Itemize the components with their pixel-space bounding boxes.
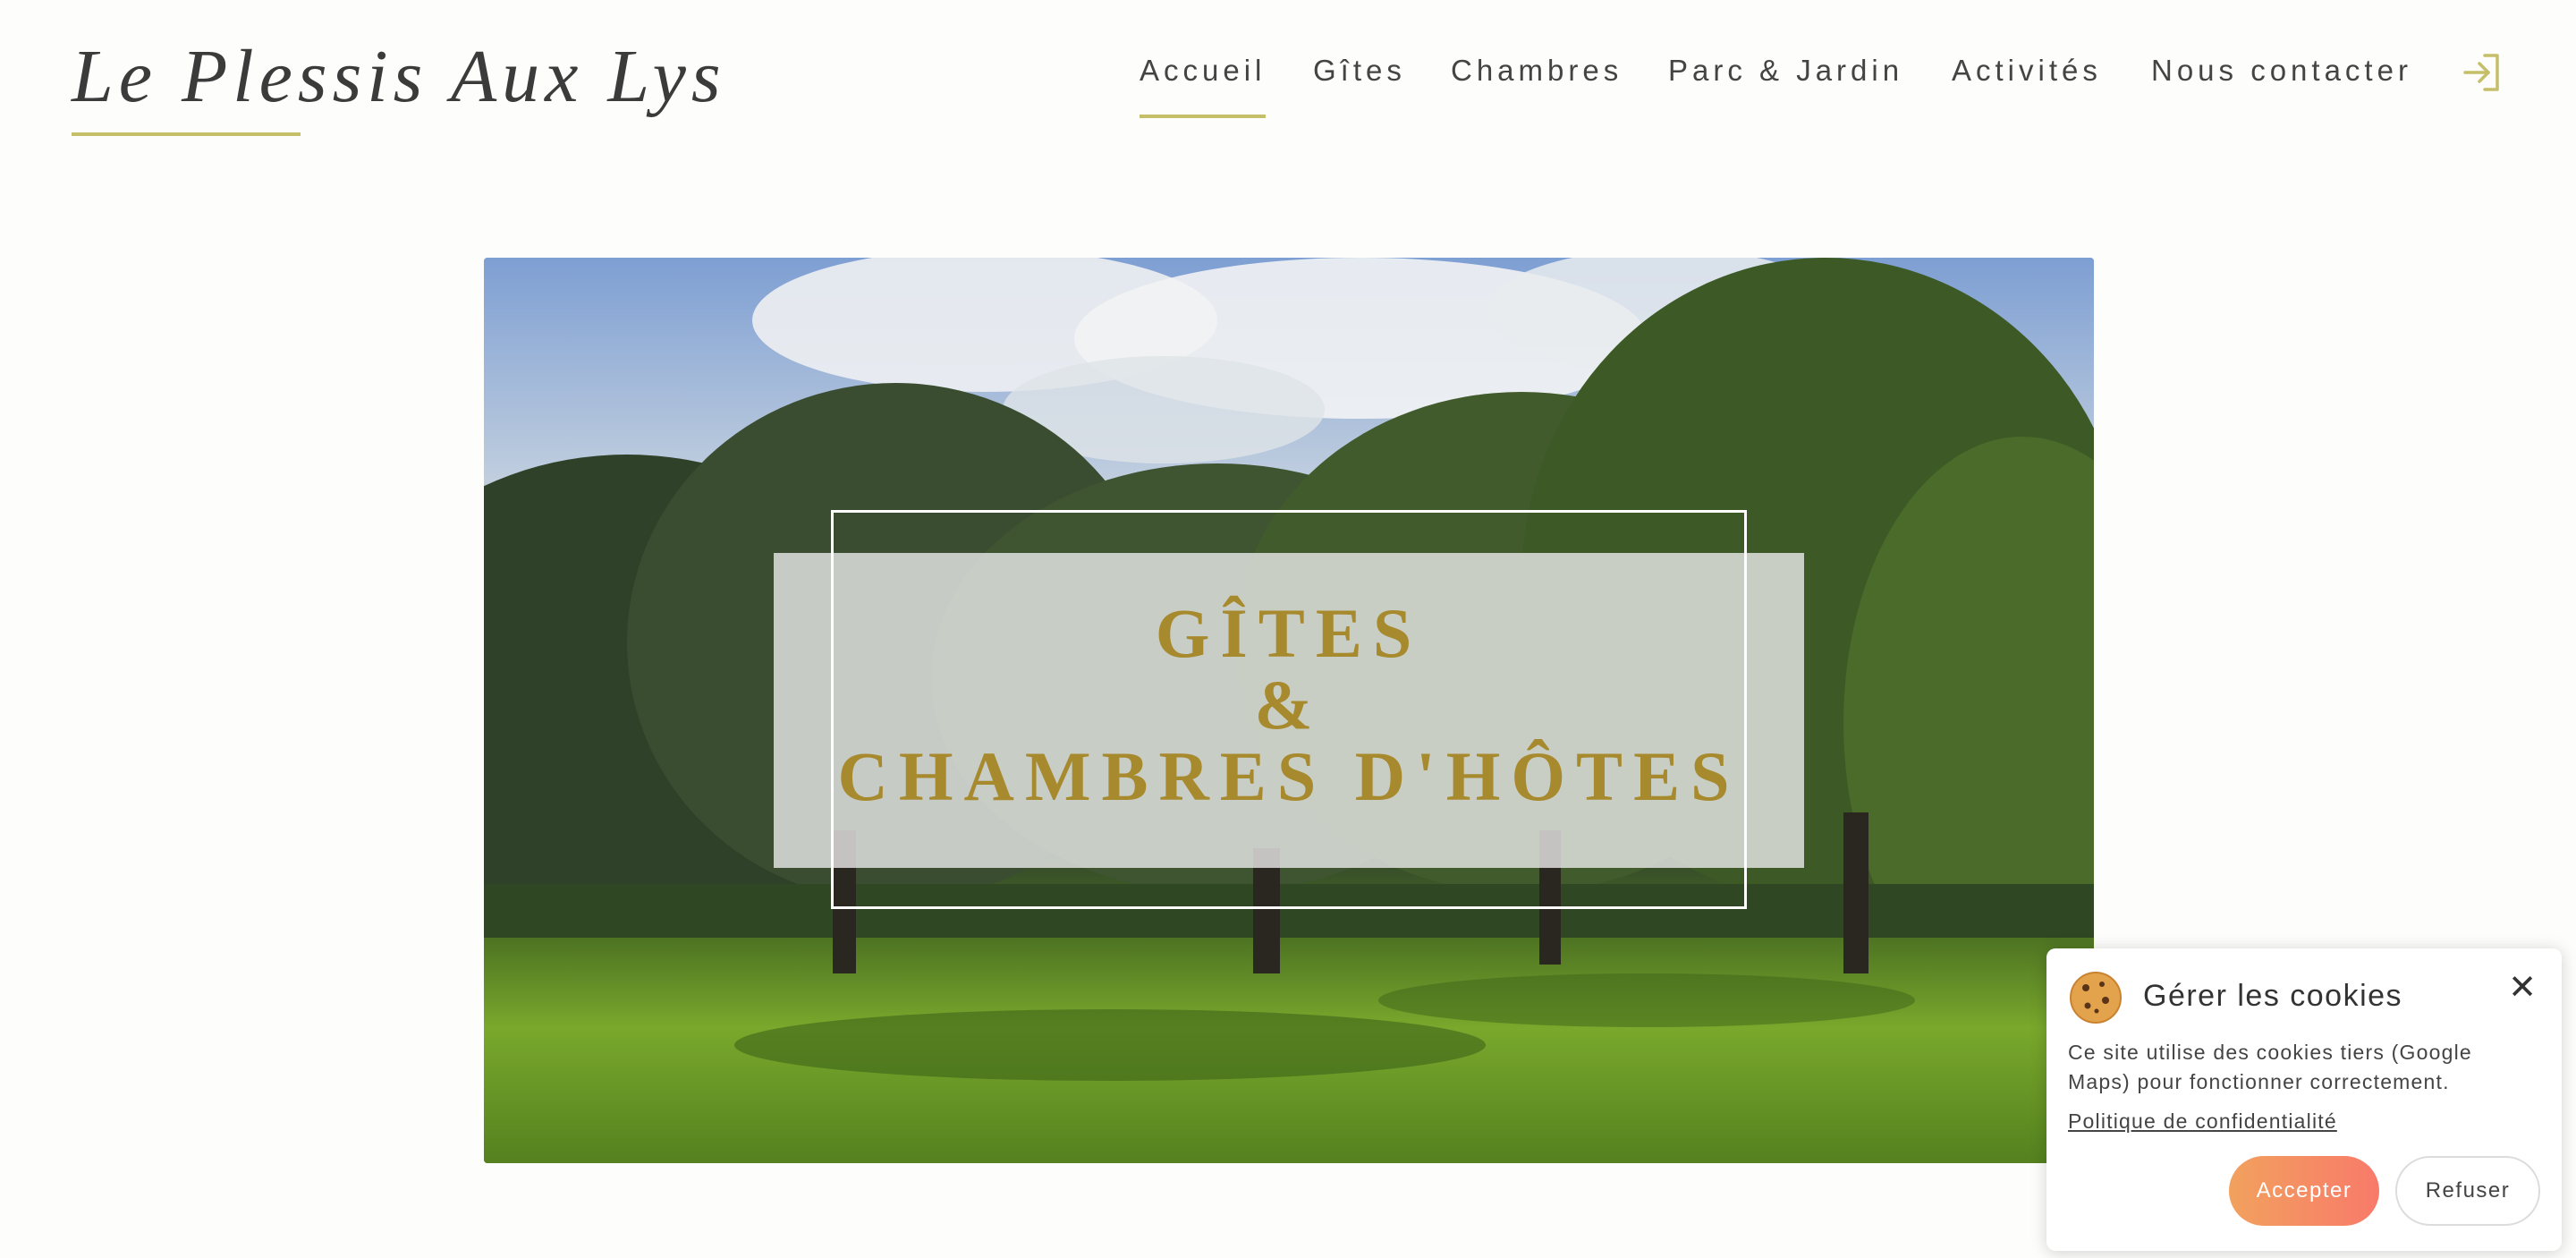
hero-title: GÎTES & CHAMBRES D'HÔTES (774, 598, 1804, 812)
cookie-title: Gérer les cookies (2143, 979, 2403, 1013)
login-icon[interactable] (2462, 52, 2503, 93)
refuse-cookies-button[interactable]: Refuser (2395, 1156, 2540, 1226)
logo-underline (72, 132, 301, 136)
hero-banner: GÎTES & CHAMBRES D'HÔTES (484, 258, 2094, 1163)
nav-item-nous-contacter[interactable]: Nous contacter (2151, 50, 2412, 91)
hero-title-line-3: CHAMBRES D'HÔTES (837, 737, 1741, 815)
hero-title-line-2: & (1254, 666, 1324, 744)
cookie-icon (2068, 970, 2123, 1025)
cookie-consent-panel: Gérer les cookies ✕ Ce site utilise des … (2046, 948, 2562, 1251)
site-logo-text[interactable]: Le Plessis Aux Lys (72, 32, 726, 122)
close-icon[interactable]: ✕ (2503, 968, 2542, 1007)
nav-item-gites[interactable]: Gîtes (1313, 50, 1406, 91)
privacy-policy-link[interactable]: Politique de confidentialité (2068, 1109, 2337, 1134)
nav-item-parc-jardin[interactable]: Parc & Jardin (1668, 50, 1903, 91)
site-header: Le Plessis Aux Lys Accueil Gîtes Chambre… (0, 0, 2576, 152)
hero-title-line-1: GÎTES (1155, 594, 1423, 672)
nav-item-activites[interactable]: Activités (1952, 50, 2102, 91)
accept-cookies-button[interactable]: Accepter (2229, 1156, 2379, 1226)
nav-item-chambres[interactable]: Chambres (1451, 50, 1623, 91)
cookie-description: Ce site utilise des cookies tiers (Googl… (2068, 1041, 2472, 1093)
nav-item-accueil[interactable]: Accueil (1140, 50, 1267, 118)
